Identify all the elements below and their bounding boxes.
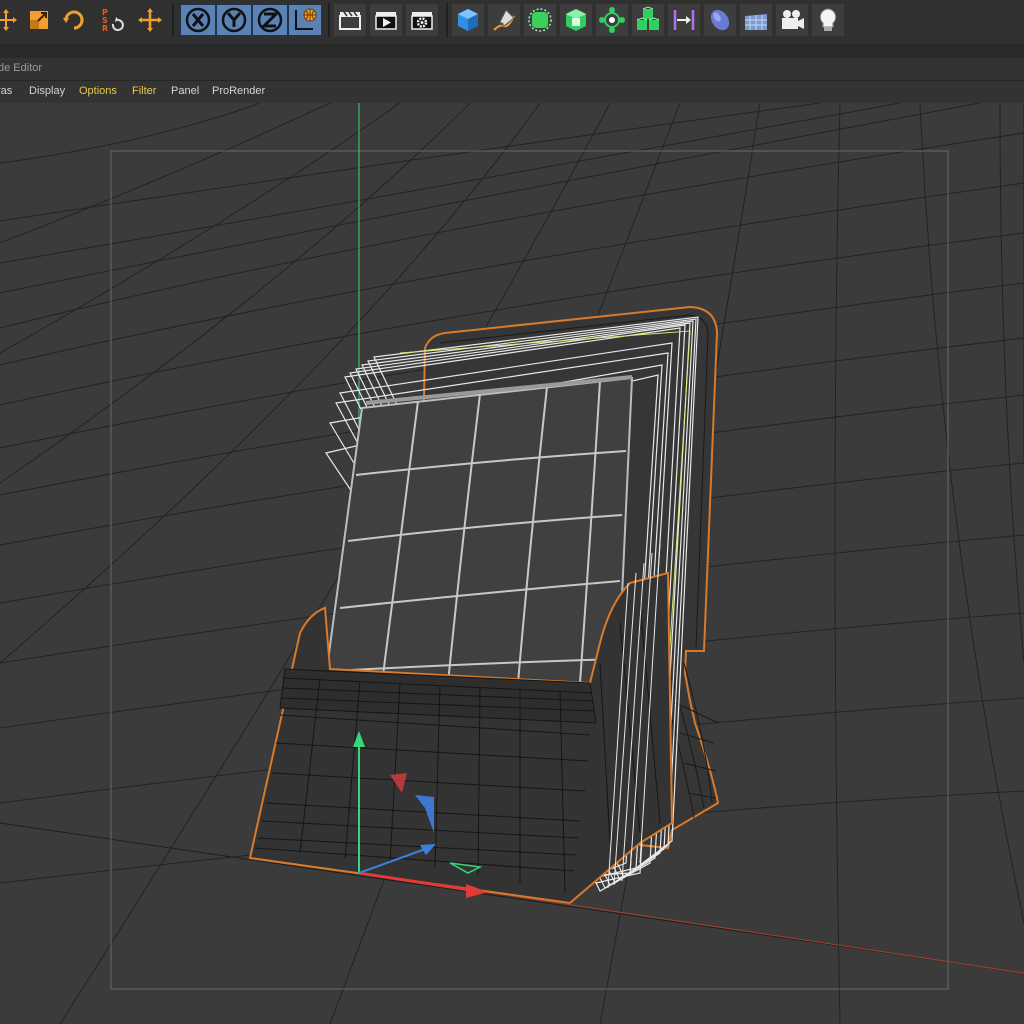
move-tool-button[interactable] xyxy=(0,4,22,36)
generator-button[interactable] xyxy=(560,4,592,36)
world-coordinates-button[interactable] xyxy=(288,4,322,36)
main-toolbar: P S R xyxy=(0,0,1024,44)
y-axis-icon xyxy=(221,7,247,33)
rotate-icon xyxy=(63,10,84,30)
toolbar-separator xyxy=(328,3,330,37)
render-picture-viewer-button[interactable] xyxy=(370,4,402,36)
front-paper xyxy=(323,375,634,684)
menu-panel[interactable]: Panel xyxy=(171,85,199,97)
menu-filter[interactable]: Filter xyxy=(132,85,156,97)
clapboard-icon xyxy=(339,11,361,30)
x-axis-button[interactable] xyxy=(180,4,216,36)
deformer-icon xyxy=(673,10,695,30)
viewport-titlebar: de Editor xyxy=(0,58,1024,81)
cloner-button[interactable] xyxy=(632,4,664,36)
pen-button[interactable] xyxy=(488,4,520,36)
3d-viewport[interactable] xyxy=(0,103,1024,1024)
window-title: de Editor xyxy=(0,62,43,74)
toolbar-separator xyxy=(446,3,448,37)
y-axis-button[interactable] xyxy=(216,4,252,36)
light-bulb-icon xyxy=(819,8,837,31)
floor-button[interactable] xyxy=(740,4,772,36)
generator-icon xyxy=(566,9,586,31)
rotate-tool-button[interactable] xyxy=(58,4,90,36)
svg-text:R: R xyxy=(102,24,108,33)
menu-display[interactable]: Display xyxy=(29,85,65,97)
environment-button[interactable] xyxy=(704,4,736,36)
light-button[interactable] xyxy=(812,4,844,36)
render-settings-icon xyxy=(411,12,433,30)
pen-icon xyxy=(493,9,515,31)
cube-icon xyxy=(458,9,478,31)
scale-tool-button[interactable] xyxy=(23,4,55,36)
menu-options[interactable]: Options xyxy=(79,85,117,97)
cloner-icon xyxy=(636,6,660,30)
psr-icon: P S R xyxy=(102,8,124,33)
subdivision-icon xyxy=(528,8,552,32)
camera-icon xyxy=(782,10,804,29)
move-arrows-icon xyxy=(0,9,17,31)
mograph-icon xyxy=(599,7,625,33)
menu-cameras[interactable]: ras xyxy=(0,85,12,97)
psr-button[interactable]: P S R xyxy=(94,4,126,36)
cube-button[interactable] xyxy=(452,4,484,36)
subdivision-button[interactable] xyxy=(524,4,556,36)
render-play-icon xyxy=(375,12,397,30)
viewport-scene xyxy=(0,103,1024,1024)
camera-button[interactable] xyxy=(776,4,808,36)
deformer-button[interactable] xyxy=(668,4,700,36)
environment-icon xyxy=(710,9,730,31)
menu-prorender[interactable]: ProRender xyxy=(212,85,265,97)
viewport-menubar: ras Display Options Filter Panel ProRend… xyxy=(0,81,1024,103)
z-axis-button[interactable] xyxy=(252,4,288,36)
z-axis-icon xyxy=(257,7,283,33)
move-cross-icon xyxy=(138,8,162,32)
render-settings-button[interactable] xyxy=(406,4,438,36)
world-coordinates-icon xyxy=(295,8,317,30)
x-axis-icon xyxy=(185,7,211,33)
scale-icon xyxy=(30,11,48,29)
mograph-button[interactable] xyxy=(596,4,628,36)
toolbar-separator xyxy=(172,3,174,37)
floor-icon xyxy=(745,14,767,30)
toolbar-gap xyxy=(0,44,1024,58)
render-view-button[interactable] xyxy=(334,4,366,36)
move-cross-button[interactable] xyxy=(134,4,166,36)
